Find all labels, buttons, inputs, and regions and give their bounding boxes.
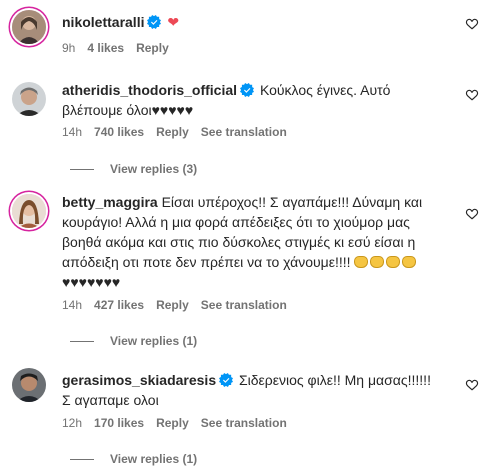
comment-username[interactable]: betty_maggira: [62, 194, 158, 210]
view-replies-button[interactable]: View replies (3): [70, 161, 197, 177]
replies-divider: [70, 459, 94, 461]
comment-meta: 14h 740 likes Reply See translation: [62, 124, 299, 140]
comment-item: nikolettaralli ❤ 9h 4 likes Reply: [0, 0, 493, 60]
fist-emoji-icon: [354, 256, 369, 268]
comment-body-end: ♥♥♥♥♥♥♥: [62, 274, 121, 290]
heart-outline-icon[interactable]: [465, 378, 479, 392]
avatar[interactable]: [12, 10, 46, 44]
comment-username[interactable]: gerasimos_skiadaresis: [62, 372, 216, 388]
fist-emoji-icon: [386, 256, 401, 268]
heart-outline-icon[interactable]: [465, 207, 479, 221]
view-replies-label: View replies (3): [110, 162, 198, 176]
comment-text: atheridis_thodoris_official Κούκλος έγιν…: [62, 80, 434, 120]
reply-button[interactable]: Reply: [156, 416, 189, 430]
replies-divider: [70, 341, 94, 343]
comment-text: gerasimos_skiadaresis Σιδερενιος φιλε!! …: [62, 370, 434, 410]
heart-outline-icon[interactable]: [465, 88, 479, 102]
comment-time[interactable]: 14h: [62, 125, 82, 139]
heart-outline-icon[interactable]: [465, 17, 479, 31]
comment-likes[interactable]: 740 likes: [94, 125, 144, 139]
reply-button[interactable]: Reply: [156, 298, 189, 312]
fist-emoji-icon: [402, 256, 417, 268]
comment-username[interactable]: nikolettaralli: [62, 14, 144, 30]
see-translation-button[interactable]: See translation: [201, 298, 287, 312]
see-translation-button[interactable]: See translation: [201, 416, 287, 430]
reply-button[interactable]: Reply: [136, 41, 169, 55]
comment-meta: 9h 4 likes Reply: [62, 40, 181, 56]
avatar[interactable]: [12, 194, 46, 228]
avatar[interactable]: [12, 82, 46, 116]
comment-username[interactable]: atheridis_thodoris_official: [62, 82, 237, 98]
comment-item: gerasimos_skiadaresis Σιδερενιος φιλε!! …: [0, 360, 493, 467]
comment-likes[interactable]: 427 likes: [94, 298, 144, 312]
comment-time[interactable]: 14h: [62, 298, 82, 312]
comment-item: atheridis_thodoris_official Κούκλος έγιν…: [0, 70, 493, 180]
reply-button[interactable]: Reply: [156, 125, 189, 139]
view-replies-label: View replies (1): [110, 334, 198, 348]
verified-badge-icon: [240, 83, 255, 97]
verified-badge-icon: [147, 15, 162, 29]
comment-text: betty_maggira Είσαι υπέροχος!! Σ αγαπάμε…: [62, 192, 442, 292]
comment-time[interactable]: 9h: [62, 41, 75, 55]
view-replies-button[interactable]: View replies (1): [70, 333, 197, 349]
comment-body: ❤: [167, 14, 180, 30]
comment-text: nikolettaralli ❤: [62, 12, 434, 32]
comment-item: betty_maggira Είσαι υπέροχος!! Σ αγαπάμε…: [0, 182, 493, 354]
comment-time[interactable]: 12h: [62, 416, 82, 430]
comment-likes[interactable]: 4 likes: [87, 41, 124, 55]
verified-badge-icon: [219, 373, 234, 387]
replies-divider: [70, 169, 94, 171]
comment-meta: 14h 427 likes Reply See translation: [62, 297, 299, 313]
view-replies-button[interactable]: View replies (1): [70, 451, 197, 467]
avatar[interactable]: [12, 368, 46, 402]
fist-emoji-icon: [370, 256, 385, 268]
comment-meta: 12h 170 likes Reply See translation: [62, 415, 299, 431]
see-translation-button[interactable]: See translation: [201, 125, 287, 139]
comment-likes[interactable]: 170 likes: [94, 416, 144, 430]
